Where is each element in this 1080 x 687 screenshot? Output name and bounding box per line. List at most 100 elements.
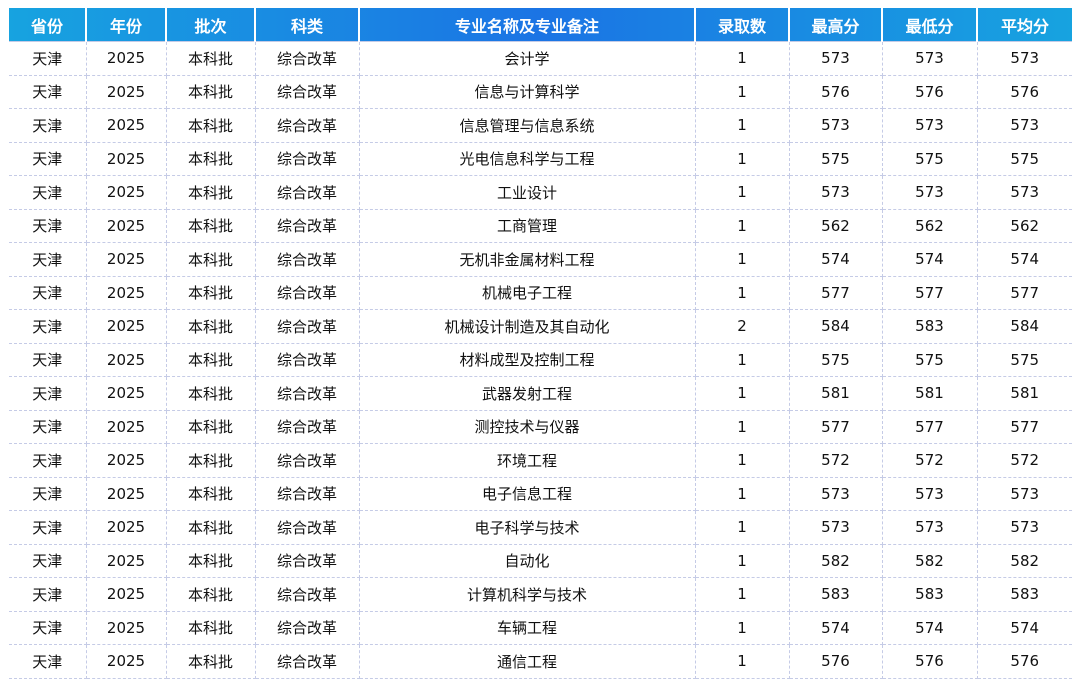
cell-major: 工商管理 <box>359 209 696 243</box>
cell-max-score: 575 <box>789 343 883 377</box>
cell-max-score: 576 <box>789 75 883 109</box>
cell-avg-score: 584 <box>977 309 1072 344</box>
cell-province: 天津 <box>9 510 87 545</box>
cell-batch: 本科批 <box>166 175 256 210</box>
cell-major: 电子科学与技术 <box>359 510 696 545</box>
cell-min-score: 574 <box>882 611 978 645</box>
table-row: 天津 2025 本科批 综合改革 信息与计算科学 1 576 576 576 <box>9 75 1072 109</box>
cell-min-score: 581 <box>882 376 978 411</box>
table-row: 天津 2025 本科批 综合改革 电子科学与技术 1 573 573 573 <box>9 510 1072 545</box>
cell-category: 综合改革 <box>255 242 360 277</box>
cell-major: 机械设计制造及其自动化 <box>359 309 696 344</box>
cell-min-score: 575 <box>882 142 978 176</box>
cell-year: 2025 <box>86 577 167 612</box>
cell-avg-score: 573 <box>977 510 1072 545</box>
cell-batch: 本科批 <box>166 41 256 76</box>
cell-min-score: 573 <box>882 108 978 143</box>
cell-category: 综合改革 <box>255 175 360 210</box>
cell-year: 2025 <box>86 75 167 109</box>
cell-admitted-count: 1 <box>695 477 790 511</box>
cell-year: 2025 <box>86 309 167 344</box>
cell-province: 天津 <box>9 142 87 176</box>
cell-major: 无机非金属材料工程 <box>359 242 696 277</box>
cell-batch: 本科批 <box>166 142 256 176</box>
cell-category: 综合改革 <box>255 343 360 377</box>
table-row: 天津 2025 本科批 综合改革 工业设计 1 573 573 573 <box>9 175 1072 210</box>
cell-category: 综合改革 <box>255 644 360 679</box>
cell-batch: 本科批 <box>166 611 256 645</box>
cell-batch: 本科批 <box>166 108 256 143</box>
cell-avg-score: 582 <box>977 544 1072 578</box>
header-admitted-count: 录取数 <box>695 8 790 42</box>
cell-admitted-count: 1 <box>695 544 790 578</box>
cell-year: 2025 <box>86 142 167 176</box>
cell-province: 天津 <box>9 611 87 645</box>
cell-batch: 本科批 <box>166 544 256 578</box>
admission-table-container: 省份 年份 批次 科类 专业名称及专业备注 录取数 最高分 最低分 平均分 天津 2025 本科批综… <box>9 8 1072 679</box>
cell-category: 综合改革 <box>255 544 360 578</box>
cell-batch: 本科批 <box>166 309 256 344</box>
cell-batch: 本科批 <box>166 242 256 277</box>
cell-max-score: 577 <box>789 410 883 444</box>
cell-min-score: 572 <box>882 443 978 478</box>
cell-major: 电子信息工程 <box>359 477 696 511</box>
cell-batch: 本科批 <box>166 510 256 545</box>
cell-category: 综合改革 <box>255 577 360 612</box>
cell-year: 2025 <box>86 343 167 377</box>
cell-category: 综合改革 <box>255 108 360 143</box>
cell-major: 光电信息科学与工程 <box>359 142 696 176</box>
table-row: 天津 2025 本科批 综合改革 工商管理 1 562 562 562 <box>9 209 1072 243</box>
cell-min-score: 583 <box>882 309 978 344</box>
table-row: 天津 2025 本科批 综合改革 会计学 1 573 573 573 <box>9 41 1072 76</box>
cell-province: 天津 <box>9 75 87 109</box>
cell-max-score: 584 <box>789 309 883 344</box>
cell-max-score: 576 <box>789 644 883 679</box>
header-avg-score: 平均分 <box>1000 16 1049 36</box>
cell-province: 天津 <box>9 108 87 143</box>
cell-batch: 本科批 <box>166 644 256 679</box>
cell-major: 机械电子工程 <box>359 276 696 310</box>
cell-province: 天津 <box>9 376 87 411</box>
cell-admitted-count: 1 <box>695 510 790 545</box>
cell-batch: 本科批 <box>166 443 256 478</box>
cell-major: 工业设计 <box>359 175 696 210</box>
cell-year: 2025 <box>86 410 167 444</box>
table-body: 天津 2025 本科批 综合改革 会计学 1 573 573 573 天津 2025 本科批 综合改革信… <box>9 41 1072 679</box>
cell-avg-score: 573 <box>977 477 1072 511</box>
cell-province: 天津 <box>9 644 87 679</box>
cell-avg-score: 577 <box>977 276 1072 310</box>
cell-batch: 本科批 <box>166 376 256 411</box>
cell-min-score: 577 <box>882 410 978 444</box>
cell-province: 天津 <box>9 309 87 344</box>
cell-max-score: 573 <box>789 175 883 210</box>
cell-avg-score: 575 <box>977 343 1072 377</box>
cell-min-score: 577 <box>882 276 978 310</box>
cell-avg-score: 573 <box>977 175 1072 210</box>
cell-admitted-count: 1 <box>695 644 790 679</box>
cell-batch: 本科批 <box>166 209 256 243</box>
cell-province: 天津 <box>9 410 87 444</box>
cell-year: 2025 <box>86 544 167 578</box>
table-row: 天津 2025 本科批 综合改革 测控技术与仪器 1 577 577 577 <box>9 410 1072 444</box>
cell-min-score: 562 <box>882 209 978 243</box>
cell-max-score: 574 <box>789 242 883 277</box>
cell-province: 天津 <box>9 276 87 310</box>
cell-major: 测控技术与仪器 <box>359 410 696 444</box>
cell-admitted-count: 1 <box>695 611 790 645</box>
cell-max-score: 573 <box>789 41 883 76</box>
cell-max-score: 582 <box>789 544 883 578</box>
cell-category: 综合改革 <box>255 276 360 310</box>
cell-major: 计算机科学与技术 <box>359 577 696 612</box>
cell-max-score: 574 <box>789 611 883 645</box>
cell-category: 综合改革 <box>255 309 360 344</box>
cell-province: 天津 <box>9 343 87 377</box>
table-row: 天津 2025 本科批 综合改革 计算机科学与技术 1 583 583 583 <box>9 577 1072 612</box>
cell-year: 2025 <box>86 510 167 545</box>
table-row: 天津 2025 本科批 综合改革 自动化 1 582 582 582 <box>9 544 1072 578</box>
cell-major: 自动化 <box>359 544 696 578</box>
cell-major: 通信工程 <box>359 644 696 679</box>
cell-year: 2025 <box>86 443 167 478</box>
cell-major: 信息管理与信息系统 <box>359 108 696 143</box>
header-min-score: 最低分 <box>882 8 978 42</box>
cell-admitted-count: 1 <box>695 209 790 243</box>
